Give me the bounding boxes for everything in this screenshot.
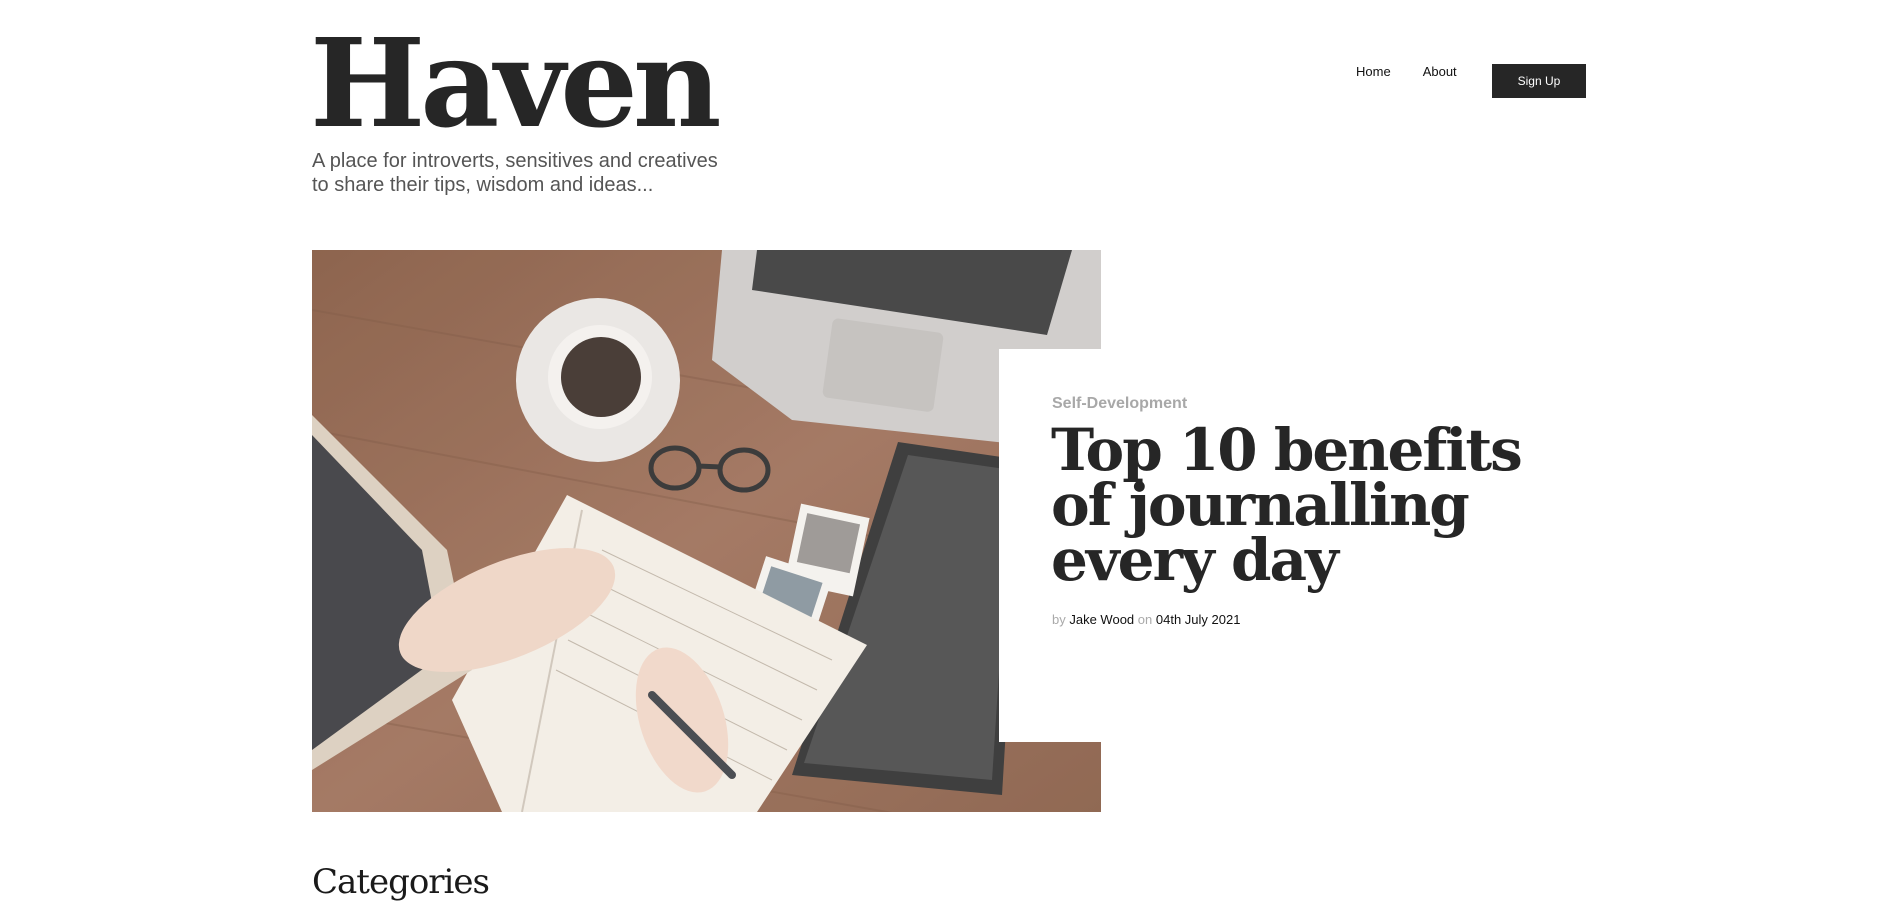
categories-heading: Categories [312, 862, 490, 902]
post-category[interactable]: Self-Development [1052, 395, 1187, 413]
post-date: 04th July 2021 [1155, 612, 1241, 627]
post-title[interactable]: Top 10 benefits of journalling every day [1051, 421, 1571, 589]
nav-about-link[interactable]: About [1423, 64, 1457, 79]
signup-button[interactable]: Sign Up [1492, 64, 1586, 98]
featured-post-image[interactable] [312, 250, 1101, 812]
on-label: on [1137, 612, 1153, 627]
nav-home-link[interactable]: Home [1356, 64, 1391, 79]
post-byline: by Jake Wood on 04th July 2021 [1052, 612, 1240, 627]
post-author[interactable]: Jake Wood [1069, 612, 1134, 627]
site-tagline: A place for introverts, sensitives and c… [312, 150, 718, 196]
by-label: by [1052, 612, 1066, 627]
featured-post-card[interactable]: Self-Development Top 10 benefits of jour… [999, 349, 1579, 742]
site-logo[interactable]: Haven [310, 22, 722, 144]
desk-photo-illustration [312, 250, 1101, 812]
top-nav: Home About [1356, 64, 1497, 79]
